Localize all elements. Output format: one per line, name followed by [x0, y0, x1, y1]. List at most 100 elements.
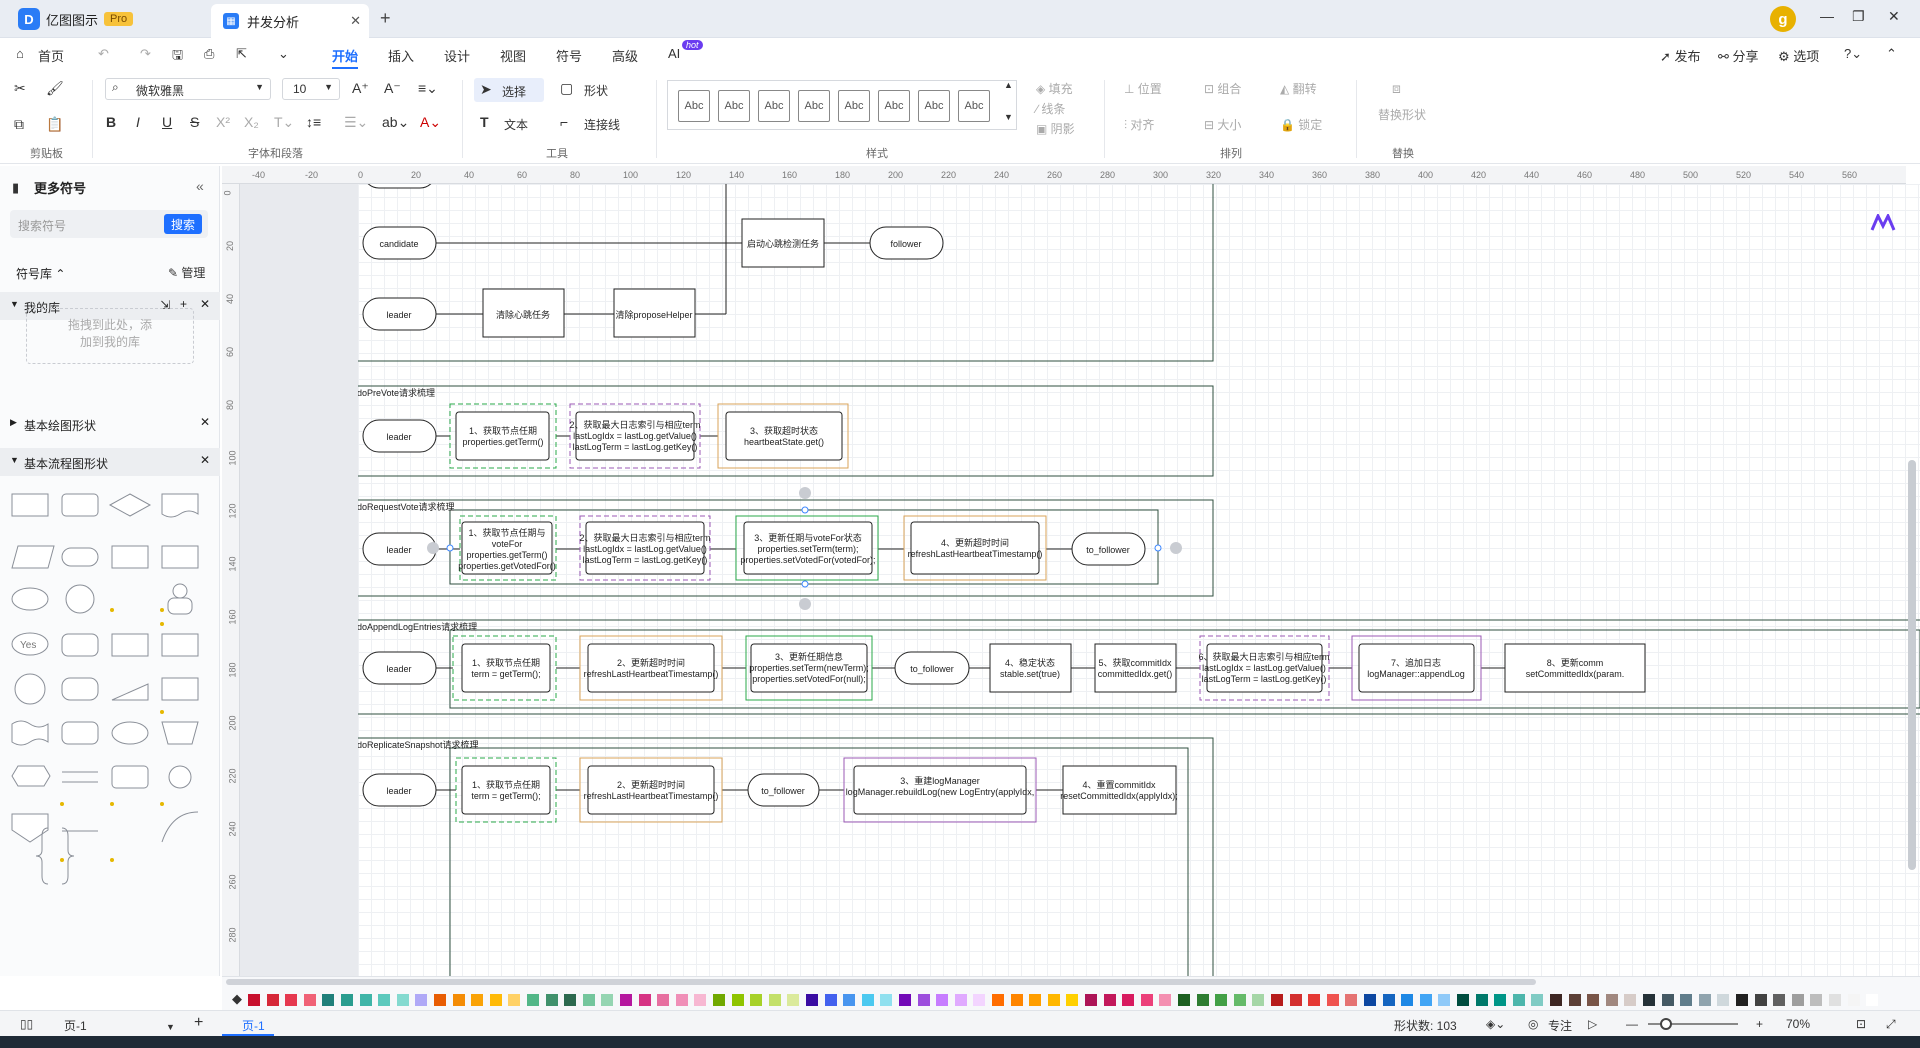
bold-icon[interactable]: B	[106, 114, 116, 130]
menu-home[interactable]: 首页	[38, 46, 64, 65]
color-swatch[interactable]	[285, 994, 298, 1006]
redo-icon[interactable]: ↷	[140, 46, 151, 62]
color-swatch[interactable]	[675, 994, 688, 1006]
actor-head-shape[interactable]	[172, 583, 188, 599]
fill-bucket-icon[interactable]: ◆	[232, 991, 242, 1007]
color-swatch[interactable]	[266, 994, 279, 1006]
more-icon[interactable]: ⌄	[278, 46, 289, 62]
export-icon[interactable]: ⇱	[236, 46, 247, 62]
color-swatch[interactable]	[1047, 994, 1060, 1006]
replace-shape-icon[interactable]: ⧈	[1392, 80, 1401, 97]
close-icon[interactable]: ✕	[200, 297, 210, 311]
style-swatch[interactable]: Abc	[758, 90, 790, 122]
page-list-icon[interactable]: ▯▯	[20, 1017, 33, 1031]
zoom-slider-thumb[interactable]	[1660, 1018, 1672, 1030]
color-swatch[interactable]	[1382, 994, 1395, 1006]
cylinder-shape[interactable]	[61, 633, 99, 657]
style-swatch[interactable]: Abc	[718, 90, 750, 122]
selection-handle[interactable]	[801, 580, 809, 588]
color-swatch[interactable]	[787, 994, 800, 1006]
summing-shape[interactable]	[168, 765, 192, 789]
color-swatch[interactable]	[1791, 994, 1804, 1006]
color-swatch[interactable]	[936, 994, 949, 1006]
color-swatch[interactable]	[1438, 994, 1451, 1006]
color-swatch[interactable]	[1215, 994, 1228, 1006]
play-icon[interactable]: ▷	[1588, 1017, 1597, 1031]
fit-page-icon[interactable]: ⊡	[1856, 1017, 1866, 1031]
color-swatch[interactable]	[452, 994, 465, 1006]
search-button[interactable]: 搜索	[164, 214, 202, 234]
zoom-out-icon[interactable]: —	[1626, 1017, 1638, 1031]
new-tab-icon[interactable]: +	[380, 8, 391, 29]
decision-shape[interactable]	[108, 493, 152, 517]
color-swatch[interactable]	[248, 994, 260, 1006]
manual-input-shape[interactable]	[111, 683, 149, 701]
vertical-scrollbar[interactable]	[1908, 460, 1916, 870]
close-window-icon[interactable]: ✕	[1888, 8, 1900, 25]
paste-icon[interactable]: 📋	[46, 116, 63, 133]
scroll-down-icon[interactable]: ▼	[1004, 112, 1013, 122]
color-swatch[interactable]	[582, 994, 595, 1006]
style-swatch[interactable]: Abc	[798, 90, 830, 122]
color-swatch[interactable]	[1736, 994, 1748, 1006]
tab-view[interactable]: 视图	[500, 46, 526, 65]
color-swatch[interactable]	[415, 994, 428, 1006]
color-swatch[interactable]	[731, 994, 744, 1006]
color-swatch[interactable]	[471, 994, 484, 1006]
snapshot-step2-box[interactable]	[587, 765, 715, 815]
requestvote-step4-box[interactable]	[910, 521, 1040, 575]
color-swatch[interactable]	[564, 994, 577, 1006]
publish-button[interactable]: ➚ 发布	[1660, 46, 1701, 65]
actor-body-shape[interactable]	[167, 597, 193, 615]
appendlog-step8-box[interactable]	[1504, 643, 1646, 693]
color-swatch[interactable]	[1624, 994, 1637, 1006]
color-swatch[interactable]	[359, 994, 372, 1006]
style-swatch[interactable]: Abc	[678, 90, 710, 122]
position-button[interactable]: ⊥ 位置	[1124, 80, 1162, 97]
add-left-icon[interactable]	[427, 542, 439, 554]
color-swatch[interactable]	[1010, 994, 1023, 1006]
avatar[interactable]: g	[1770, 6, 1796, 32]
fill-button[interactable]: ◈ 填充	[1036, 80, 1073, 97]
align-button[interactable]: ⫶ 对齐	[1124, 116, 1154, 133]
format-painter-icon[interactable]: 🖌	[46, 80, 64, 97]
color-swatch[interactable]	[1698, 994, 1711, 1006]
color-swatch[interactable]	[1717, 994, 1730, 1006]
tab-design[interactable]: 设计	[444, 46, 470, 65]
restore-icon[interactable]: ❐	[1852, 8, 1865, 25]
sidebar-title[interactable]: 更多符号	[34, 178, 86, 197]
save-icon[interactable]: 🖫	[172, 46, 183, 68]
close-icon[interactable]: ✕	[200, 453, 210, 467]
collapse-ribbon-icon[interactable]: ⌃	[1886, 46, 1897, 62]
undo-icon[interactable]: ↶	[98, 46, 109, 62]
color-swatch[interactable]	[1605, 994, 1618, 1006]
color-swatch[interactable]	[527, 994, 539, 1006]
color-swatch[interactable]	[322, 994, 335, 1006]
color-swatch[interactable]	[1680, 994, 1693, 1006]
home-icon[interactable]: ⌂	[16, 46, 24, 61]
color-swatch[interactable]	[1643, 994, 1655, 1006]
color-swatch[interactable]	[1140, 994, 1153, 1006]
color-swatch[interactable]	[657, 994, 670, 1006]
help-icon[interactable]: ?⌄	[1844, 46, 1862, 62]
color-swatch[interactable]	[1550, 994, 1562, 1006]
appendlog-step7-box[interactable]	[1358, 643, 1475, 693]
color-swatch[interactable]	[1122, 994, 1135, 1006]
size-button[interactable]: ⊟ 大小	[1204, 116, 1241, 133]
color-swatch[interactable]	[1029, 994, 1042, 1006]
ai-assistant-icon[interactable]	[1870, 214, 1896, 232]
color-swatch[interactable]	[954, 994, 967, 1006]
highlight-icon[interactable]: ab⌄	[382, 114, 409, 131]
color-swatch[interactable]	[545, 994, 558, 1006]
internal-storage-shape[interactable]	[161, 545, 199, 569]
selection-handle[interactable]	[1154, 544, 1162, 552]
color-swatch[interactable]	[1252, 994, 1265, 1006]
tab-ai[interactable]: AI hot	[668, 40, 703, 61]
color-swatch[interactable]	[1661, 994, 1674, 1006]
flip-button[interactable]: ◭ 翻转	[1280, 80, 1317, 97]
color-swatch[interactable]	[843, 994, 856, 1006]
tab-insert[interactable]: 插入	[388, 46, 414, 65]
print-icon[interactable]: ⎙	[204, 46, 214, 62]
appendlog-step2-box[interactable]	[587, 643, 715, 693]
color-swatch[interactable]	[899, 994, 911, 1006]
